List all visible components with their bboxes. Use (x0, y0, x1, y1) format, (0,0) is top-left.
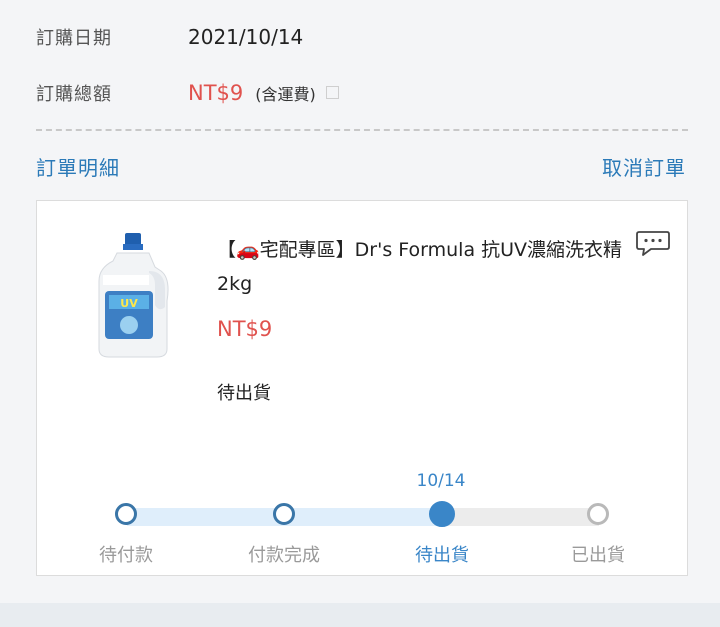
order-total-row: 訂購總額 NT$9 (含運費) (36, 80, 339, 106)
step-label-3: 待出貨 (415, 545, 469, 566)
progress-track-remaining (441, 508, 599, 526)
checkbox-icon[interactable] (325, 86, 339, 99)
order-total-label: 訂購總額 (36, 84, 112, 105)
shipping-note: (含運費) (255, 85, 316, 104)
step-label-1: 待付款 (99, 545, 153, 566)
chat-bubble-icon[interactable] (635, 229, 671, 257)
step-dot-4 (587, 503, 609, 525)
order-details-link[interactable]: 訂單明細 (36, 152, 120, 181)
product-image[interactable]: UV (95, 231, 171, 359)
current-step-date: 10/14 (416, 471, 466, 491)
step-dot-3 (429, 501, 455, 527)
product-card: UV 【🚗宅配專區】Dr's Formula 抗UV濃縮洗衣精2kg NT$9 … (36, 200, 688, 576)
dashed-divider (36, 129, 688, 131)
order-total-value: NT$9 (188, 81, 244, 105)
step-dot-1 (115, 503, 137, 525)
step-label-4: 已出貨 (571, 545, 625, 566)
product-price: NT$9 (217, 317, 273, 341)
cancel-order-link[interactable]: 取消訂單 (602, 152, 686, 181)
order-date-value: 2021/10/14 (188, 25, 304, 49)
product-status: 待出貨 (217, 383, 271, 404)
step-label-2: 付款完成 (248, 545, 320, 566)
footer-band (0, 603, 720, 627)
svg-text:UV: UV (120, 297, 138, 310)
order-date-label: 訂購日期 (36, 28, 112, 49)
step-dot-2 (273, 503, 295, 525)
order-date-row: 訂購日期 2021/10/14 (36, 24, 303, 50)
product-title[interactable]: 【🚗宅配專區】Dr's Formula 抗UV濃縮洗衣精2kg (217, 233, 627, 301)
order-progress-tracker: 10/14 待付款 付款完成 待出貨 已出貨 (37, 471, 687, 571)
